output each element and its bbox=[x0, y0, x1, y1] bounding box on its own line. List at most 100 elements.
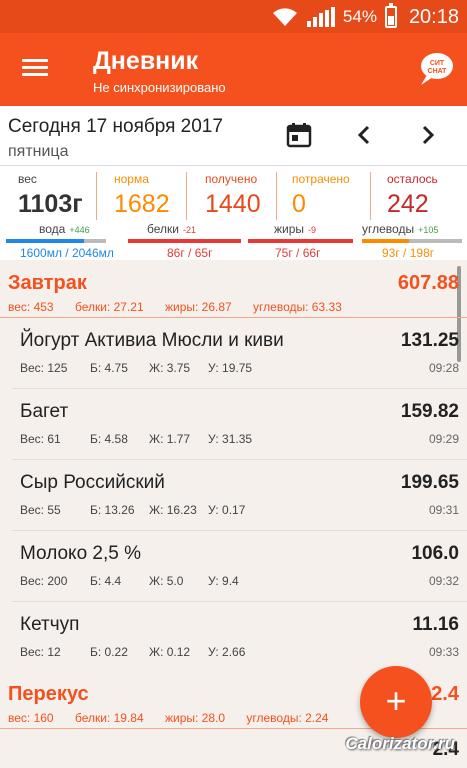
item-calories: 159.82 bbox=[400, 401, 459, 422]
macro-water-value: 1600мл / 2046мл bbox=[20, 246, 114, 260]
item-fat: Ж: 16.23 bbox=[149, 503, 197, 517]
stat-norm: норма 1682 bbox=[114, 172, 170, 228]
item-name: Молоко 2,5 % bbox=[20, 543, 142, 564]
macro-carbs-label: углеводы bbox=[362, 222, 415, 236]
page-title: Дневник bbox=[93, 47, 199, 75]
chevron-left-icon[interactable] bbox=[352, 122, 376, 148]
calendar-icon[interactable] bbox=[286, 122, 312, 148]
item-calories: 11.16 bbox=[412, 614, 460, 635]
battery-percent: 54% bbox=[342, 7, 377, 26]
stat-norm-label: норма bbox=[114, 172, 149, 186]
meal-protein: белки: 19.84 bbox=[74, 711, 144, 725]
item-protein: Б: 0.22 bbox=[90, 645, 128, 659]
item-weight: Вес: 55 bbox=[20, 503, 61, 517]
item-protein: Б: 4.75 bbox=[90, 361, 128, 375]
stat-left: осталось 242 bbox=[387, 172, 438, 228]
macro-carbs-value: 93г / 198г bbox=[382, 246, 435, 260]
item-protein: Б: 13.26 bbox=[90, 503, 135, 517]
macro-carbs-bar bbox=[362, 239, 462, 243]
battery-icon bbox=[384, 3, 397, 28]
meal-carbs: углеводы: 63.33 bbox=[253, 300, 342, 314]
item-protein: Б: 4.58 bbox=[90, 432, 128, 446]
menu-icon[interactable] bbox=[20, 55, 50, 83]
stat-received-label: получено bbox=[205, 172, 258, 186]
item-time: 09:28 bbox=[428, 361, 459, 375]
macro-fat-delta: -9 bbox=[308, 225, 317, 235]
macro-carbs-delta: +105 bbox=[418, 225, 439, 235]
list-item[interactable]: Багет 159.82 Вес: 61 Б: 4.58 Ж: 1.77 У: 31.… bbox=[0, 389, 467, 460]
meal-header[interactable]: Завтрак 607.88 вес: 453 белки: 27.21 жир… bbox=[0, 262, 467, 318]
item-weight: Вес: 200 bbox=[20, 574, 68, 588]
item-carbs: У: 19.75 bbox=[208, 361, 253, 375]
item-macros: Вес: 200 Б: 4.4 Ж: 5.0 У: 9.4 bbox=[20, 574, 239, 588]
macro-water-label: вода bbox=[39, 222, 66, 236]
macro-protein-delta: -21 bbox=[182, 225, 196, 235]
meal-total: 607.88 bbox=[397, 272, 459, 294]
macro-fat-value: 75г / 66г bbox=[275, 246, 321, 260]
macro-protein-bar bbox=[128, 239, 241, 243]
item-carbs: У: 0.17 bbox=[208, 503, 246, 517]
item-macros: Вес: 125 Б: 4.75 Ж: 3.75 У: 19.75 bbox=[20, 361, 252, 375]
stat-left-value: 242 bbox=[387, 190, 429, 218]
status-bar: 54% 20:18 bbox=[0, 0, 467, 33]
item-weight: Вес: 125 bbox=[20, 361, 68, 375]
stat-norm-value: 1682 bbox=[114, 190, 170, 218]
list-item[interactable]: Кетчуп 11.16 Вес: 12 Б: 0.22 Ж: 0.12 У: 2.6… bbox=[0, 602, 467, 673]
item-weight: Вес: 61 bbox=[20, 432, 61, 446]
meal-weight: вес: 453 bbox=[8, 300, 54, 314]
app-bar: Дневник Не синхронизировано СИТ CHAT bbox=[0, 33, 467, 106]
item-time: 09:32 bbox=[428, 574, 459, 588]
stat-weight-value: 1103г bbox=[18, 190, 83, 218]
stat-received: получено 1440 bbox=[205, 172, 261, 228]
item-name: Сыр Российский bbox=[20, 472, 165, 493]
meal-weight: вес: 160 bbox=[8, 711, 54, 725]
meal-carbs: углеводы: 2.24 bbox=[246, 711, 329, 725]
date-bar: Сегодня 17 ноября 2017 пятница bbox=[0, 106, 467, 166]
item-time: 09:31 bbox=[428, 503, 459, 517]
list-item[interactable]: Сыр Российский 199.65 Вес: 55 Б: 13.26 Ж: … bbox=[0, 460, 467, 531]
svg-text:CHAT: CHAT bbox=[428, 68, 448, 75]
item-time: 09:33 bbox=[428, 645, 459, 659]
meal-fat: жиры: 26.87 bbox=[164, 300, 232, 314]
macro-fat-label: жиры bbox=[274, 222, 305, 236]
sync-status: Не синхронизировано bbox=[93, 80, 226, 95]
weekday: пятница bbox=[8, 143, 69, 160]
clock: 20:18 bbox=[408, 5, 459, 28]
divider bbox=[186, 172, 187, 220]
item-name: Кетчуп bbox=[20, 614, 80, 635]
item-carbs: У: 2.66 bbox=[208, 645, 246, 659]
macro-protein-value: 86г / 65г bbox=[167, 246, 213, 260]
item-fat: Ж: 0.12 bbox=[149, 645, 191, 659]
macro-water-delta: +446 bbox=[69, 225, 90, 235]
item-macros: Вес: 12 Б: 0.22 Ж: 0.12 У: 2.66 bbox=[20, 645, 245, 659]
add-button[interactable]: + bbox=[360, 666, 432, 738]
item-protein: Б: 4.4 bbox=[90, 574, 122, 588]
item-name: Багет bbox=[20, 401, 69, 422]
macro-fat-bar bbox=[248, 239, 353, 243]
item-calories: 131.25 bbox=[400, 330, 459, 351]
chat-icon[interactable]: СИТ CHAT bbox=[415, 51, 455, 87]
meal-name: Перекус bbox=[8, 683, 89, 705]
item-carbs: У: 31.35 bbox=[208, 432, 253, 446]
item-weight: Вес: 12 bbox=[20, 645, 61, 659]
watermark: Calorizator.ru bbox=[345, 734, 455, 753]
macro-water-bar bbox=[6, 239, 106, 243]
meal-name: Завтрак bbox=[8, 272, 87, 294]
item-macros: Вес: 61 Б: 4.58 Ж: 1.77 У: 31.35 bbox=[20, 432, 252, 446]
chevron-right-icon[interactable] bbox=[416, 122, 440, 148]
svg-text:СИТ: СИТ bbox=[430, 60, 445, 67]
stat-weight: вес 1103г bbox=[18, 172, 83, 228]
item-time: 09:29 bbox=[428, 432, 459, 446]
item-fat: Ж: 1.77 bbox=[149, 432, 191, 446]
meal-macros: вес: 453 белки: 27.21 жиры: 26.87 углево… bbox=[8, 300, 360, 314]
item-fat: Ж: 3.75 bbox=[149, 361, 191, 375]
list-item[interactable]: Йогурт Активиа Мюсли и киви 131.25 Вес: … bbox=[0, 318, 467, 389]
stat-weight-label: вес bbox=[18, 172, 37, 186]
stat-spent-label: потрачено bbox=[292, 172, 350, 186]
list-item[interactable]: Молоко 2,5 % 106.0 Вес: 200 Б: 4.4 Ж: 5.0 У… bbox=[0, 531, 467, 602]
wifi-icon bbox=[272, 8, 297, 26]
item-fat: Ж: 5.0 bbox=[149, 574, 184, 588]
meal-total: 2.4 bbox=[431, 683, 459, 705]
signal-icon bbox=[306, 7, 335, 27]
divider bbox=[370, 172, 371, 220]
